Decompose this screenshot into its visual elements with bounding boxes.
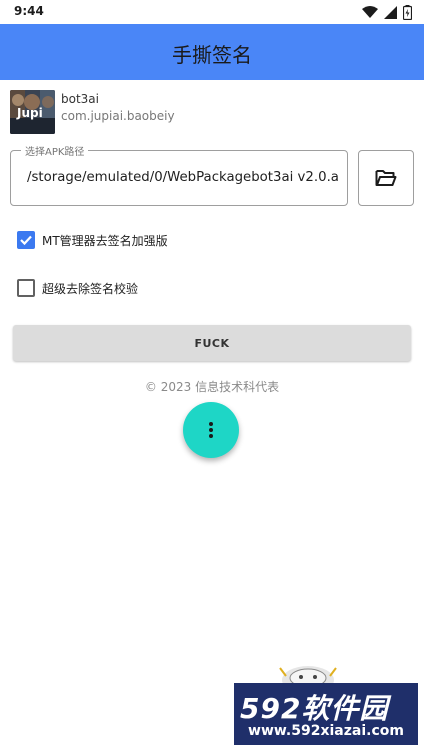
signal-icon [384,5,397,19]
super-remove-label: 超级去除签名校验 [42,281,139,296]
option-mt-manager-row[interactable]: MT管理器去签名加强版 [17,229,168,251]
app-bar: 手撕签名 [0,24,424,80]
app-icon: Jupi [10,90,55,134]
super-remove-checkbox[interactable] [17,279,35,297]
check-icon [20,235,32,246]
app-name: bot3ai [61,92,99,106]
status-bar: 9:44 [0,0,424,24]
apk-path-label: 选择APK路径 [21,143,89,158]
app-package: com.jupiai.baobeiy [61,109,175,123]
more-fab[interactable] [183,402,239,458]
folder-open-icon [375,170,397,186]
copyright-text: © 2023 信息技术科代表 [144,380,280,394]
folder-picker-button[interactable] [358,150,414,206]
apk-path-input[interactable]: /storage/emulated/0/WebPackagebot3ai v2.… [27,170,339,185]
watermark-url: www.592xiazai.com [248,723,404,739]
app-icon-label: Jupi [17,106,43,120]
battery-icon [403,4,412,20]
app-title: 手撕签名 [172,43,252,67]
wifi-icon [362,5,378,18]
status-icons [362,4,412,20]
mt-manager-checkbox[interactable] [17,231,35,249]
watermark-main: 592软件园 [240,692,389,725]
status-time: 9:44 [14,4,44,18]
more-vertical-icon [209,422,213,438]
mt-manager-label: MT管理器去签名加强版 [42,233,168,248]
fuck-button[interactable]: FUCK [13,325,411,361]
option-super-remove-row[interactable]: 超级去除签名校验 [17,277,138,299]
selected-app-info: Jupi bot3ai com.jupiai.baobeiy [10,90,410,134]
watermark-592: 592软件园 www.592xiazai.com [234,683,418,745]
apk-path-field[interactable]: 选择APK路径 /storage/emulated/0/WebPackagebo… [10,143,348,206]
